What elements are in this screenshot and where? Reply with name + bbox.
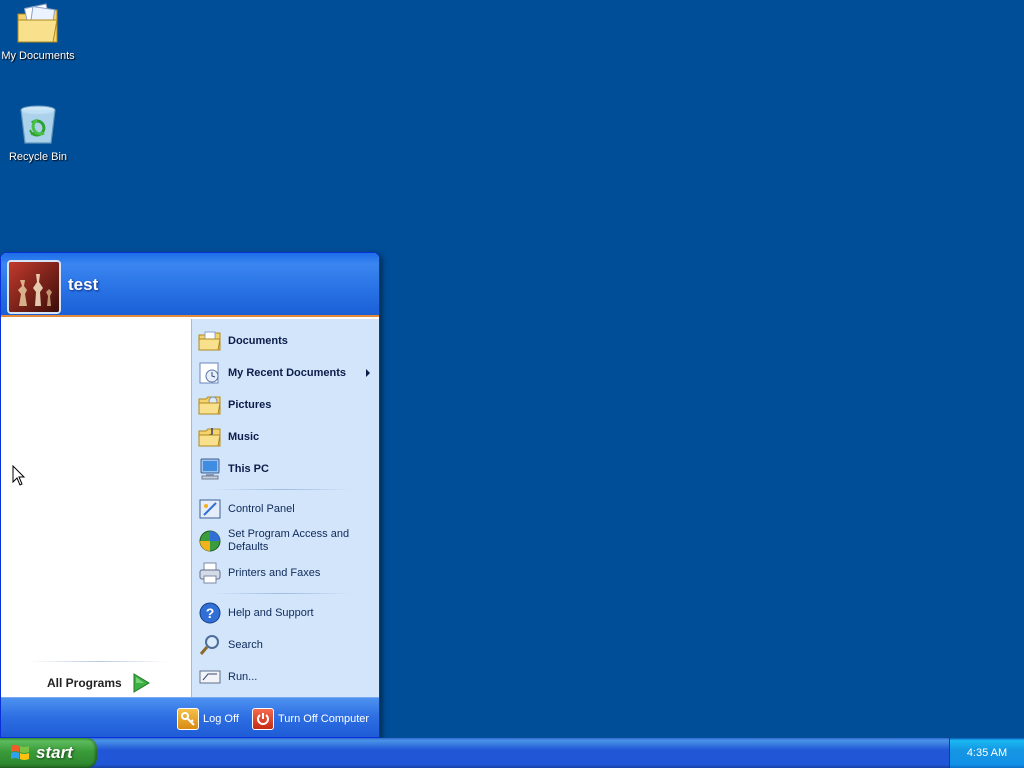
pinned-programs-panel: All Programs	[1, 319, 191, 697]
start-item-printers[interactable]: Printers and Faxes	[198, 559, 378, 587]
start-item-label: Set Program Access and Defaults	[228, 528, 350, 553]
help-icon: ?	[198, 601, 222, 625]
all-programs-button[interactable]: All Programs	[47, 671, 167, 695]
start-item-label: Control Panel	[228, 503, 295, 515]
start-item-documents[interactable]: Documents	[198, 327, 378, 355]
start-menu-header: test	[1, 253, 379, 317]
desktop-icon-recycle-bin[interactable]: Recycle Bin	[0, 103, 76, 163]
svg-text:?: ?	[206, 605, 215, 621]
places-panel: Documents My Recent Documents Pictures M…	[191, 319, 379, 697]
taskbar: start 4:35 AM	[0, 738, 1024, 768]
start-item-label: This PC	[228, 463, 269, 475]
pictures-folder-icon	[198, 393, 222, 417]
folder-documents-icon	[17, 3, 58, 43]
power-icon	[252, 708, 274, 730]
recent-documents-icon	[198, 361, 222, 385]
start-item-label: Printers and Faxes	[228, 567, 321, 579]
username: test	[68, 275, 99, 294]
search-icon	[198, 633, 222, 657]
desktop-icon-label: My Documents	[1, 50, 75, 62]
divider	[29, 661, 169, 662]
start-item-label: Search	[228, 639, 263, 651]
turn-off-label: Turn Off Computer	[278, 713, 370, 725]
separator	[212, 593, 352, 594]
start-item-help[interactable]: ? Help and Support	[198, 599, 378, 627]
start-item-label: Music	[228, 431, 260, 443]
mouse-pointer-icon	[12, 465, 26, 486]
log-off-button[interactable]: Log Off	[177, 706, 239, 732]
windows-logo-icon	[11, 745, 29, 760]
start-item-label: Pictures	[228, 399, 272, 411]
start-item-search[interactable]: Search	[198, 631, 378, 659]
printer-icon	[198, 561, 222, 585]
all-programs-label: All Programs	[47, 676, 122, 690]
green-arrow-icon	[133, 673, 150, 693]
recycle-bin-icon	[20, 105, 56, 144]
start-item-label: Run...	[228, 671, 258, 683]
control-panel-icon	[198, 497, 222, 521]
start-item-this-pc[interactable]: This PC	[198, 455, 378, 483]
run-icon	[198, 665, 222, 689]
start-item-run[interactable]: Run...	[198, 663, 378, 691]
start-item-control-panel[interactable]: Control Panel	[198, 495, 378, 523]
start-item-label: Help and Support	[228, 607, 314, 619]
start-item-program-access[interactable]: Set Program Access and Defaults	[198, 524, 378, 558]
submenu-arrow-icon	[366, 369, 370, 377]
start-item-recent-documents[interactable]: My Recent Documents	[198, 359, 378, 387]
start-item-label: My Recent Documents	[228, 367, 346, 379]
start-item-music[interactable]: Music	[198, 423, 378, 451]
clock[interactable]: 4:35 AM	[967, 747, 1007, 759]
log-off-label: Log Off	[203, 713, 239, 725]
start-menu-footer: Log Off Turn Off Computer	[1, 697, 379, 737]
key-icon	[177, 708, 199, 730]
system-tray: 4:35 AM	[949, 738, 1024, 768]
chess-avatar-icon	[9, 262, 59, 312]
user-avatar[interactable]	[7, 260, 61, 314]
folder-icon	[198, 329, 222, 353]
turn-off-button[interactable]: Turn Off Computer	[252, 706, 369, 732]
start-item-label: Documents	[228, 335, 288, 347]
start-label: start	[36, 743, 73, 762]
desktop-icon-my-documents[interactable]: My Documents	[0, 2, 76, 62]
separator	[212, 489, 352, 490]
desktop-icon-label: Recycle Bin	[8, 151, 68, 163]
computer-icon	[198, 457, 222, 481]
program-access-icon	[198, 529, 222, 553]
start-item-pictures[interactable]: Pictures	[198, 391, 378, 419]
start-button[interactable]: start	[0, 738, 97, 768]
music-folder-icon	[198, 425, 222, 449]
start-menu: test All Programs Documents My Recent Do…	[0, 252, 380, 738]
